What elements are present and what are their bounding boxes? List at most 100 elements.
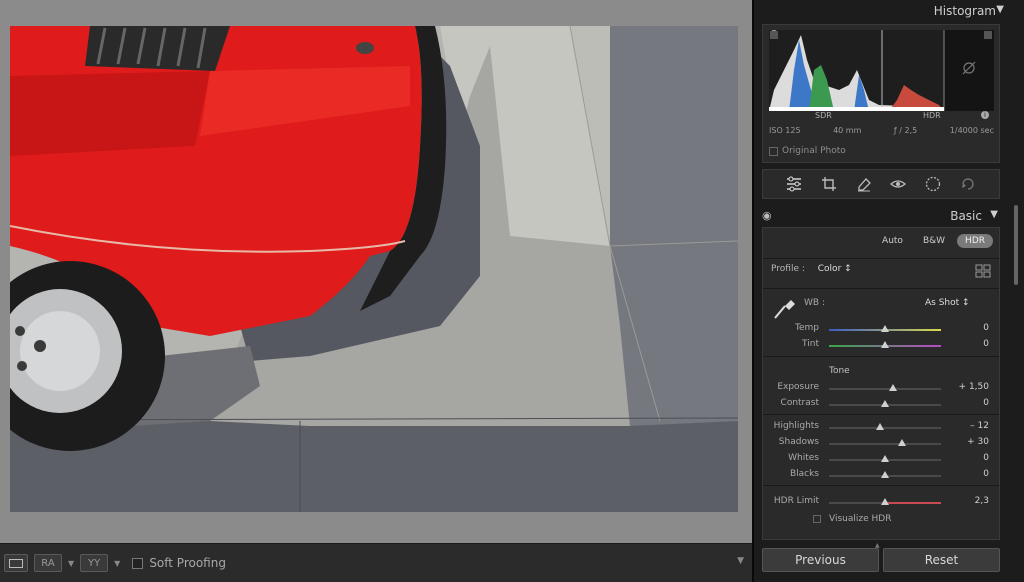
original-photo-label: Original Photo [782,146,846,156]
basic-collapse-icon[interactable]: ▼ [990,209,998,220]
camera-info: ISO 125 40 mm ƒ / 2,5 1/4000 sec [769,126,994,135]
crop-icon[interactable] [820,175,838,193]
temp-value[interactable]: 0 [953,323,989,333]
hdr-limit-value[interactable]: 2,3 [953,496,989,506]
sdr-label: SDR [815,111,832,120]
compare-view-button[interactable]: RA [34,554,62,572]
edit-sliders-icon[interactable] [785,175,803,193]
survey-dropdown-icon[interactable]: ▼ [114,559,120,568]
wb-select[interactable]: As Shot ↕ [925,298,970,308]
eraser-icon[interactable] [855,175,873,193]
profile-browser-icon[interactable] [975,264,991,278]
hdr-label: HDR [923,111,941,120]
wb-label: WB : [804,298,825,308]
hdr-button[interactable]: HDR [957,234,993,248]
reset-label: Reset [924,553,959,567]
treatment-modes: Auto B&W HDR [874,234,993,248]
whites-value[interactable]: 0 [953,453,989,463]
compare-label: RA [41,557,55,569]
profile-row: Profile : Color ↕ [771,264,993,278]
basic-header[interactable]: ◉ Basic ▼ [762,205,1000,227]
contrast-label: Contrast [780,398,819,408]
blacks-value[interactable]: 0 [953,469,989,479]
shadows-track[interactable] [829,443,941,445]
tint-thumb[interactable] [881,341,889,348]
bottom-toolbar: RA ▼ YY ▼ Soft Proofing ▼ [0,543,752,582]
previous-button[interactable]: Previous [762,548,879,572]
previous-label: Previous [795,553,846,567]
whites-thumb[interactable] [881,455,889,462]
tint-label: Tint [802,339,819,349]
tone-label: Tone [829,366,850,376]
panel-scrollbar[interactable] [1014,205,1018,285]
shadows-thumb[interactable] [898,439,906,446]
temp-thumb[interactable] [881,325,889,332]
auto-button[interactable]: Auto [874,234,911,248]
visualize-hdr-label: Visualize HDR [829,514,892,524]
photo-canvas [0,0,752,543]
histogram-panel: SDR HDR i ISO 125 40 mm ƒ / 2,5 1/4000 s… [762,24,1000,163]
exposure-value[interactable]: + 1,50 [953,382,989,392]
focal-length: 40 mm [833,126,862,135]
panel-footer: Previous Reset [762,548,1000,572]
shadows-label: Shadows [778,437,819,447]
shadows-value[interactable]: + 30 [953,437,989,447]
toolbar-options-icon[interactable]: ▼ [737,556,744,566]
photo-preview[interactable] [10,26,738,512]
histogram-graph[interactable] [769,28,994,111]
profile-label: Profile : [771,264,805,274]
divider [763,258,999,259]
photo-image [10,26,738,512]
shutter-speed: 1/4000 sec [949,126,994,135]
compare-dropdown-icon[interactable]: ▼ [68,559,74,568]
right-panel: Histogram ▼ SDR HDR i ISO 125 40 mm ƒ / … [752,0,1024,582]
soft-proofing-label: Soft Proofing [149,556,226,570]
whites-label: Whites [788,453,819,463]
visualize-hdr-toggle[interactable]: Visualize HDR [813,514,891,524]
highlights-value[interactable]: – 12 [953,421,989,431]
exposure-thumb[interactable] [889,384,897,391]
highlights-thumb[interactable] [876,423,884,430]
divider [763,485,999,486]
contrast-value[interactable]: 0 [953,398,989,408]
bw-button[interactable]: B&W [915,234,953,248]
aperture: ƒ / 2,5 [893,126,918,135]
histogram-curve [769,28,994,111]
profile-select[interactable]: Color ↕ [818,264,852,274]
survey-label: YY [88,557,101,569]
red-eye-icon[interactable] [889,175,907,193]
loupe-icon [9,558,23,568]
blacks-thumb[interactable] [881,471,889,478]
masking-icon[interactable] [924,175,942,193]
tool-strip [762,169,1000,199]
highlights-label: Highlights [773,421,819,431]
survey-view-button[interactable]: YY [80,554,109,572]
divider [763,356,999,357]
exposure-track[interactable] [829,388,941,390]
presets-icon[interactable] [959,175,977,193]
soft-proofing-checkbox[interactable] [132,557,144,569]
highlights-track[interactable] [829,427,941,429]
visualize-hdr-checkbox[interactable] [813,515,821,523]
tint-value[interactable]: 0 [953,339,989,349]
basic-title: Basic [950,209,982,223]
iso-value: ISO 125 [769,126,801,135]
original-photo-toggle[interactable]: Original Photo [769,146,846,156]
original-photo-checkbox[interactable] [769,146,778,156]
hdr-limit-label: HDR Limit [773,496,819,506]
blacks-label: Blacks [789,469,819,479]
hdr-limit-thumb[interactable] [881,498,889,505]
histogram-title: Histogram [933,4,996,18]
divider [763,414,999,415]
exposure-label: Exposure [777,382,819,392]
divider [763,288,999,289]
loupe-view-button[interactable] [4,554,28,572]
collapse-triangle-icon[interactable]: ▼ [996,4,1004,15]
basic-panel: Auto B&W HDR Profile : Color ↕ WB : As S… [762,227,1000,540]
contrast-thumb[interactable] [881,400,889,407]
eye-icon[interactable]: ◉ [762,209,772,222]
histogram-header[interactable]: Histogram ▼ [754,0,1024,22]
info-icon[interactable]: i [981,111,989,119]
reset-button[interactable]: Reset [883,548,1000,572]
lightroom-develop-window: RA ▼ YY ▼ Soft Proofing ▼ Histogram ▼ SD… [0,0,1024,582]
